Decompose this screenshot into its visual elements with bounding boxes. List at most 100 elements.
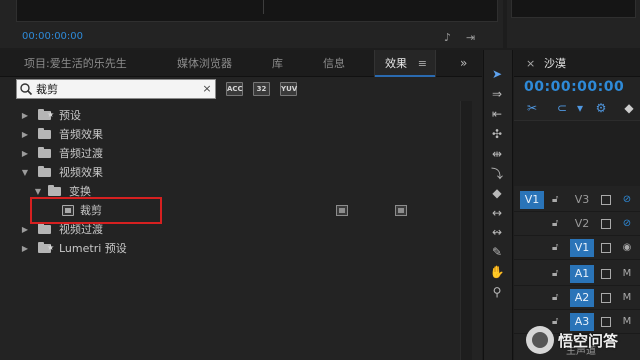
tree-item-label: Lumetri 预设 xyxy=(59,242,127,255)
search-icon xyxy=(19,80,33,98)
track-name-a2[interactable]: A2 xyxy=(570,289,594,307)
folder-icon xyxy=(38,166,51,177)
source-monitor-viewer xyxy=(16,0,498,22)
tab-project[interactable]: 项目:爱生活的乐先生 xyxy=(24,50,127,77)
star-icon: ★ xyxy=(47,110,55,119)
export-icon[interactable]: ⇥ xyxy=(466,31,475,44)
tree-item-label: 视频过渡 xyxy=(59,223,103,236)
lock-icon[interactable]: 🔓︎ xyxy=(552,239,562,257)
hand-icon[interactable]: ✋ xyxy=(488,263,506,281)
tabs-overflow-button[interactable]: » xyxy=(460,50,467,77)
tab-effects[interactable]: 效果 ≡ xyxy=(374,50,436,77)
wukong-logo-icon xyxy=(526,326,554,354)
timeline-settings-icon[interactable]: ⚙ xyxy=(593,100,609,116)
sync-lock-icon[interactable] xyxy=(601,243,611,253)
wrench-icon[interactable]: ♪ xyxy=(444,31,451,44)
mute-button[interactable]: M xyxy=(620,289,634,307)
expand-arrow-icon[interactable]: ▶ xyxy=(20,220,30,239)
timeline-marker-icon[interactable]: ◆ xyxy=(621,100,637,116)
folder-icon xyxy=(48,185,61,196)
tree-item-label: 视频效果 xyxy=(59,166,103,179)
track-header-v1[interactable]: 🔓︎ V1 ◉ xyxy=(514,236,640,260)
watermark-text: 悟空问答 xyxy=(558,332,619,350)
eye-hidden-icon[interactable]: ⊘ xyxy=(620,191,634,209)
expand-arrow-icon[interactable]: ▶ xyxy=(20,106,30,125)
timeline-timecode[interactable]: 00:00:00:00 xyxy=(524,79,624,95)
expand-arrow-icon[interactable]: ▶ xyxy=(20,239,30,258)
yuv-effects-filter-button[interactable]: YUV xyxy=(280,82,297,96)
program-monitor-panel xyxy=(507,0,640,48)
track-name-v2[interactable]: V2 xyxy=(570,215,594,233)
eye-icon[interactable]: ◉ xyxy=(620,239,634,257)
search-input[interactable] xyxy=(36,80,196,98)
selection-tool-icon[interactable]: ➤ xyxy=(488,65,506,83)
collapse-arrow-icon[interactable]: ▼ xyxy=(20,163,30,182)
rolling-edit-icon[interactable]: ✣ xyxy=(488,125,506,143)
yuv-badge-icon xyxy=(395,205,407,216)
sync-lock-icon[interactable] xyxy=(601,195,611,205)
expand-arrow-icon[interactable]: ▶ xyxy=(20,125,30,144)
effects-scrollbar[interactable] xyxy=(460,101,472,360)
linked-selection-icon[interactable]: ⊂ xyxy=(554,100,570,116)
tree-item-transform[interactable]: ▼ 变换 xyxy=(0,182,458,201)
tree-item-label: 音频效果 xyxy=(59,128,103,141)
track-header-v2[interactable]: 🔓︎ V2 ⊘ xyxy=(514,212,640,236)
tree-item-video-transitions[interactable]: ▶ 视频过渡 xyxy=(0,220,458,239)
tree-item-crop[interactable]: 裁剪 xyxy=(0,201,458,220)
expand-arrow-icon[interactable]: ▶ xyxy=(20,144,30,163)
collapse-arrow-icon[interactable]: ▼ xyxy=(33,182,43,201)
effect-icon xyxy=(62,205,74,216)
track-select-forward-icon[interactable]: ↭ xyxy=(488,223,506,241)
tree-item-label: 预设 xyxy=(59,109,81,122)
track-header-a2[interactable]: 🔓︎ A2 M xyxy=(514,286,640,310)
sync-lock-icon[interactable] xyxy=(601,293,611,303)
slip-icon[interactable]: ◆ xyxy=(488,184,506,202)
tree-item-label: 音频过渡 xyxy=(59,147,103,160)
track-name-v1[interactable]: V1 xyxy=(570,239,594,257)
source-timecode[interactable]: 00:00:00:00 xyxy=(22,31,83,42)
sync-lock-icon[interactable] xyxy=(601,219,611,229)
effects-tree: ▶ ★ 预设 ▶ 音频效果 ▶ 音频过渡 ▼ 视频效果 ▼ 变换 裁剪 ▶ 视频… xyxy=(0,103,458,360)
folder-icon xyxy=(38,128,51,139)
lock-icon[interactable]: 🔓︎ xyxy=(552,265,562,283)
32bit-effects-filter-button[interactable]: 32 xyxy=(253,82,270,96)
clear-search-icon[interactable]: × xyxy=(201,80,213,98)
track-name-a1[interactable]: A1 xyxy=(570,265,594,283)
track-select-icon[interactable]: ⇒ xyxy=(488,85,506,103)
slide-icon[interactable]: ↔ xyxy=(488,204,506,222)
tree-item-lumetri-presets[interactable]: ▶ ★ Lumetri 预设 xyxy=(0,239,458,258)
sync-lock-icon[interactable] xyxy=(601,269,611,279)
zoom-icon[interactable]: ⚲ xyxy=(488,283,506,301)
close-icon[interactable]: × xyxy=(526,50,535,77)
timeline-ruler[interactable] xyxy=(514,120,640,186)
folder-icon xyxy=(38,223,51,234)
accelerated-effects-filter-button[interactable]: ACC xyxy=(226,82,243,96)
rate-stretch-icon[interactable]: ⇹ xyxy=(488,145,506,163)
star-icon: ★ xyxy=(47,243,55,252)
lock-icon[interactable]: 🔓︎ xyxy=(552,289,562,307)
eye-hidden-icon[interactable]: ⊘ xyxy=(620,215,634,233)
tab-media-browser[interactable]: 媒体浏览器 xyxy=(177,50,232,77)
watermark: 悟空问答 xyxy=(514,322,640,360)
lock-icon[interactable]: 🔓︎ xyxy=(552,215,562,233)
tab-libraries[interactable]: 库 xyxy=(272,50,283,77)
track-header-a1[interactable]: 🔓︎ A1 M xyxy=(514,262,640,286)
lock-icon[interactable]: 🔓︎ xyxy=(552,191,562,209)
track-header-v3[interactable]: V1 🔓︎ V3 ⊘ xyxy=(514,188,640,212)
tree-item-video-effects[interactable]: ▼ 视频效果 xyxy=(0,163,458,182)
add-marker-icon[interactable]: ▾ xyxy=(572,100,588,116)
sequence-tab[interactable]: 沙漠 xyxy=(544,50,566,77)
razor-icon[interactable]: ⤵ xyxy=(488,165,506,183)
tree-item-presets[interactable]: ▶ ★ 预设 xyxy=(0,106,458,125)
tree-item-audio-effects[interactable]: ▶ 音频效果 xyxy=(0,125,458,144)
mute-button[interactable]: M xyxy=(620,265,634,283)
tree-item-audio-transitions[interactable]: ▶ 音频过渡 xyxy=(0,144,458,163)
ripple-edit-icon[interactable]: ⇤ xyxy=(488,105,506,123)
panel-menu-icon[interactable]: ≡ xyxy=(418,50,427,77)
track-name-v3[interactable]: V3 xyxy=(570,191,594,209)
active-tab-indicator xyxy=(375,75,435,77)
pen-icon[interactable]: ✎ xyxy=(488,243,506,261)
snap-icon[interactable]: ✂ xyxy=(524,100,540,116)
source-patch-v1[interactable]: V1 xyxy=(520,191,544,209)
tab-info[interactable]: 信息 xyxy=(323,50,345,77)
